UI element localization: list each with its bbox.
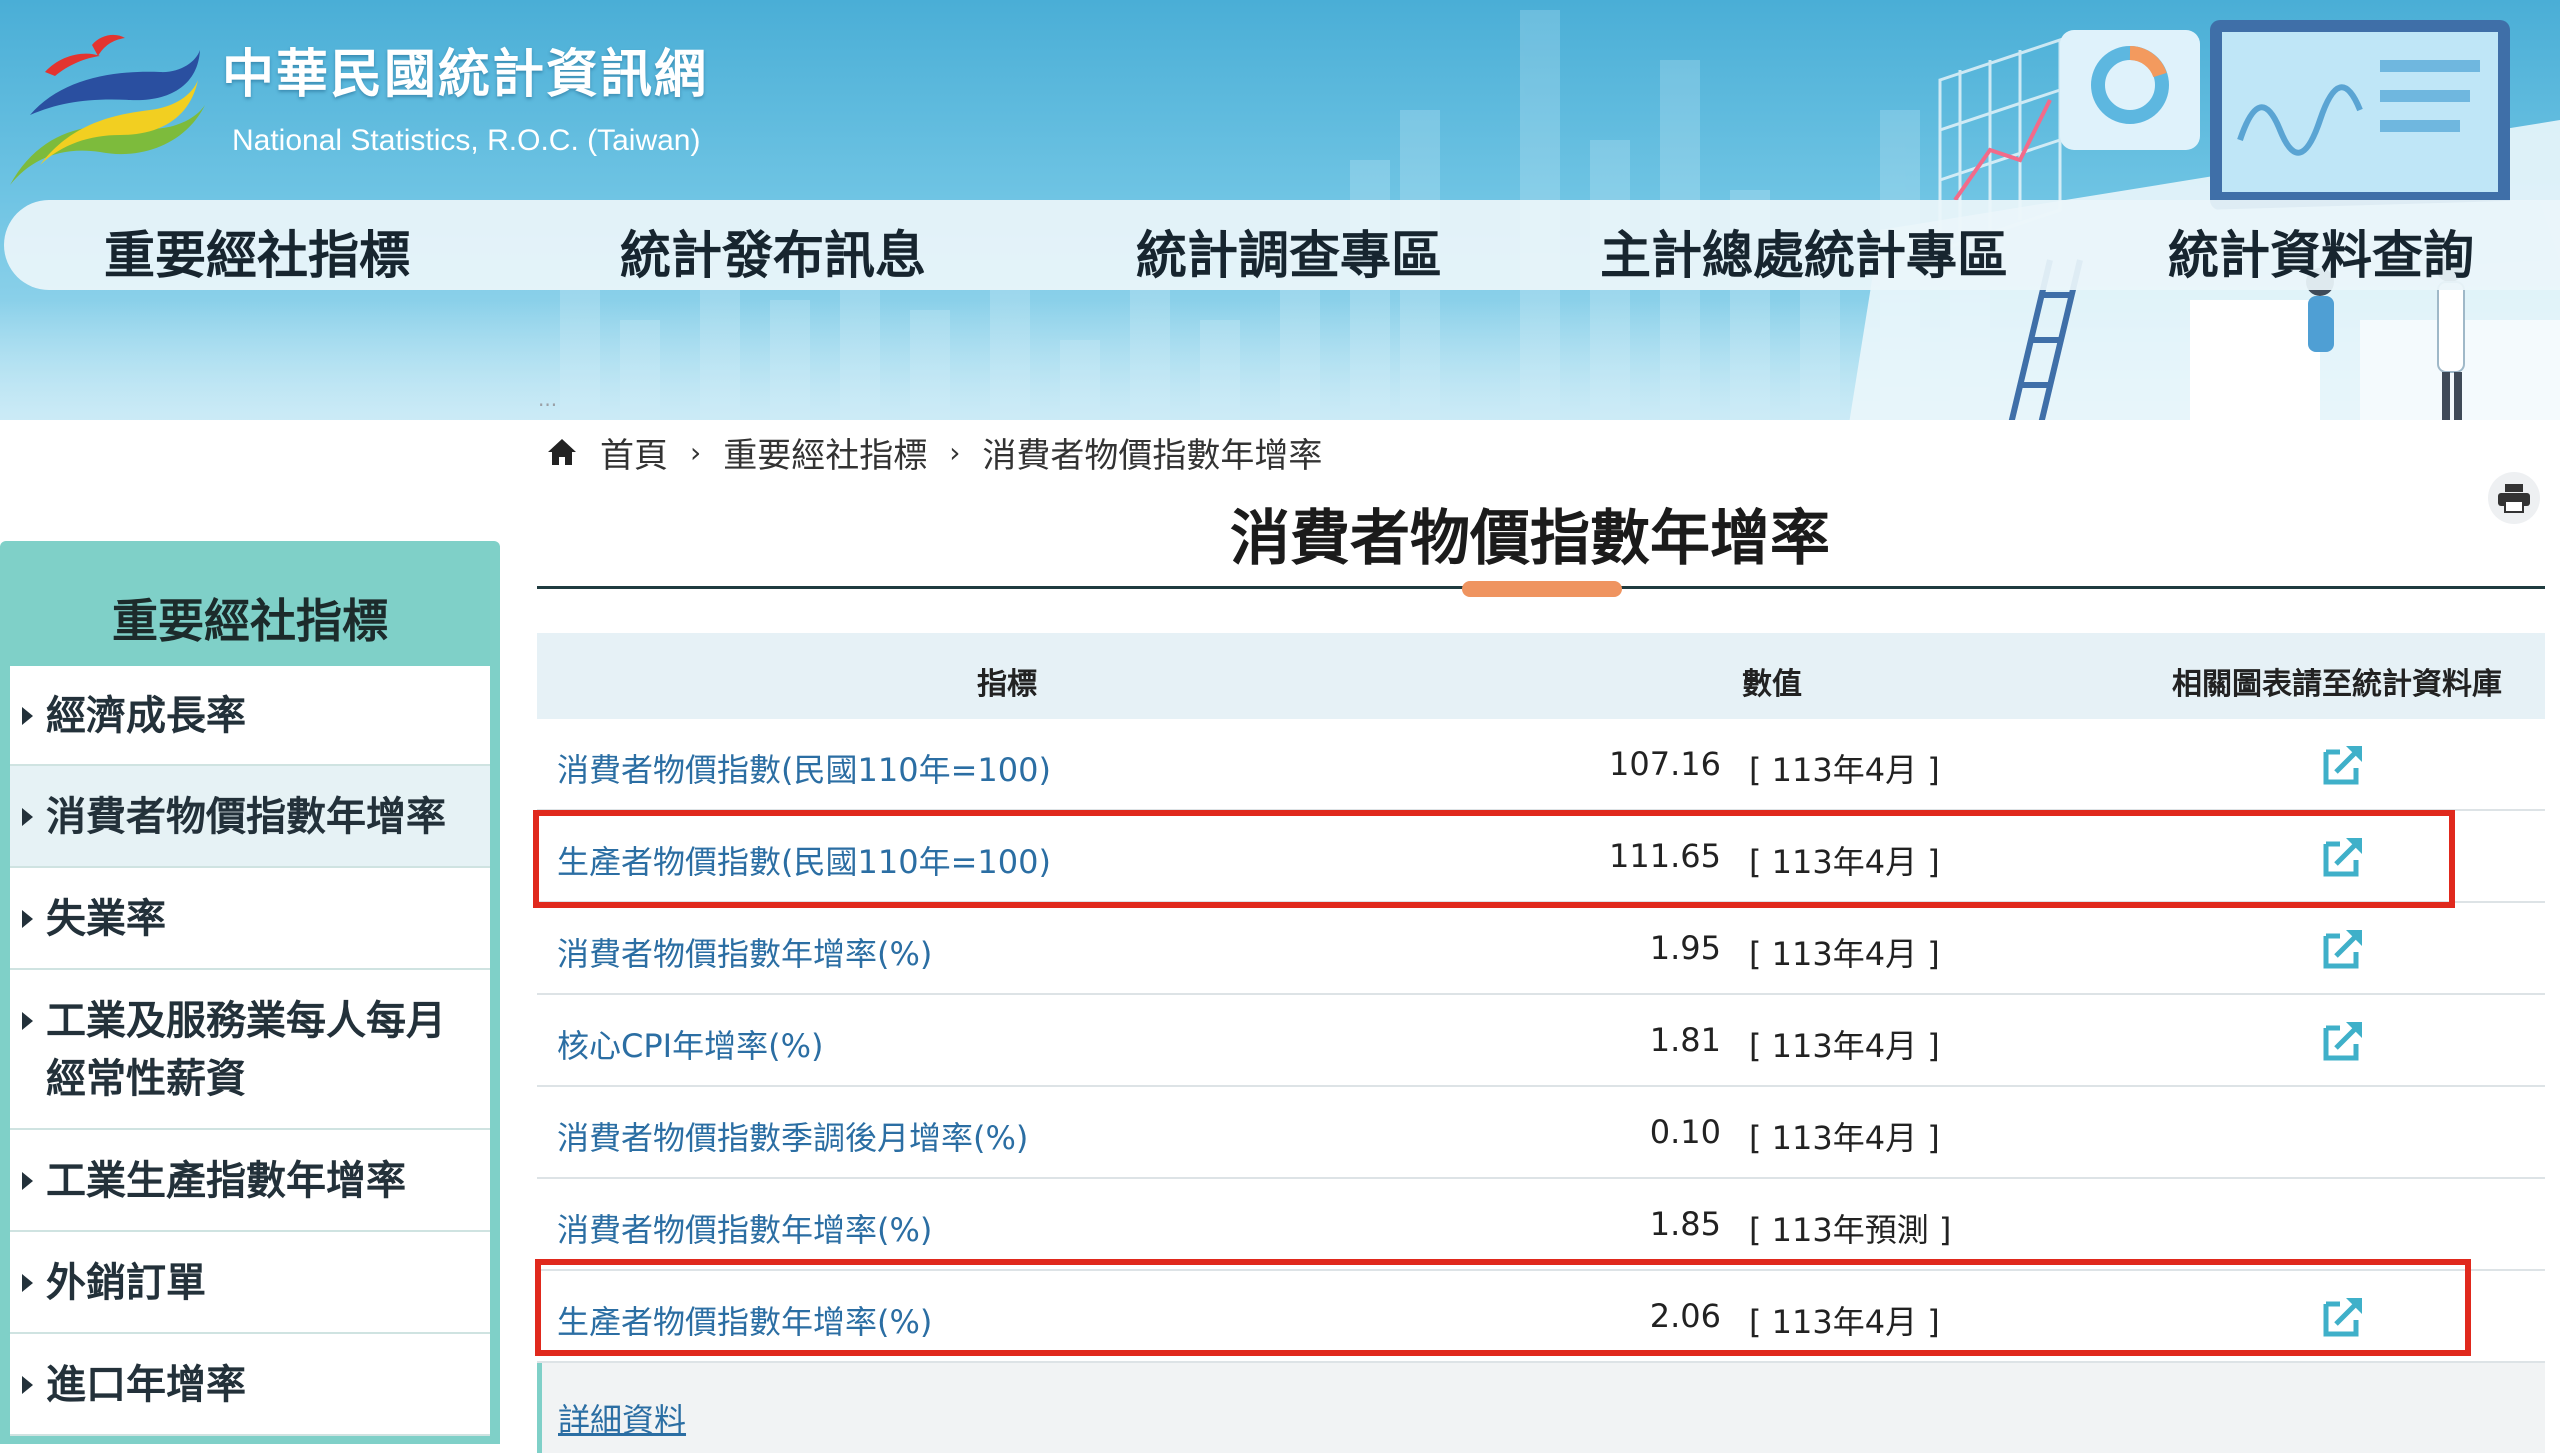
indicator-period: [ 113年預測 ] <box>1749 1211 1952 1249</box>
home-icon[interactable] <box>546 437 578 467</box>
indicator-link[interactable]: 消費者物價指數季調後月增率(%) <box>557 1113 1028 1159</box>
detail-row: 詳細資料 <box>537 1363 2545 1453</box>
column-header-related-charts: 相關圖表請至統計資料庫 <box>2172 667 2502 702</box>
sidebar-item-label: 經濟成長率 <box>46 693 246 739</box>
nav-item-data-query[interactable]: 統計資料查詢 <box>2168 214 2474 288</box>
indicator-value: 0.10 <box>1649 1113 1721 1151</box>
table-row: 消費者物價指數年增率(%) 1.95 [ 113年4月 ] <box>537 903 2545 995</box>
sidebar-item-regular-earnings[interactable]: 工業及服務業每人每月經常性薪資 <box>10 970 490 1130</box>
print-button[interactable] <box>2488 472 2540 524</box>
title-accent-bar <box>1462 581 1622 597</box>
external-link-icon[interactable] <box>2322 1294 2366 1338</box>
caret-right-icon <box>22 808 33 826</box>
sidebar-item-cpi-growth[interactable]: 消費者物價指數年增率 <box>10 766 490 868</box>
sidebar: 重要經社指標 經濟成長率 消費者物價指數年增率 失業率 工業及服務業每人每月經常… <box>0 541 500 1444</box>
sidebar-item-import-growth[interactable]: 進口年增率 <box>10 1334 490 1436</box>
indicator-link[interactable]: 核心CPI年增率(%) <box>557 1021 823 1067</box>
sidebar-item-label: 外銷訂單 <box>46 1260 206 1306</box>
sidebar-item-economic-growth[interactable]: 經濟成長率 <box>10 666 490 766</box>
column-header-value: 數值 <box>1742 667 1802 702</box>
caret-right-icon <box>22 1012 33 1030</box>
table-row: 生產者物價指數(民國110年=100) 111.65 [ 113年4月 ] <box>537 811 2545 903</box>
sidebar-item-label: 失業率 <box>46 896 166 942</box>
sidebar-menu: 經濟成長率 消費者物價指數年增率 失業率 工業及服務業每人每月經常性薪資 工業生… <box>10 666 490 1436</box>
caret-right-icon <box>22 910 33 928</box>
indicator-value: 1.81 <box>1649 1021 1721 1059</box>
breadcrumb: 首頁 › 重要經社指標 › 消費者物價指數年增率 <box>546 432 1322 476</box>
indicator-value: 107.16 <box>1609 745 1721 783</box>
page-title: 消費者物價指數年增率 <box>1230 504 1830 574</box>
breadcrumb-key-indicators[interactable]: 重要經社指標 <box>723 428 927 477</box>
indicator-value: 2.06 <box>1649 1297 1721 1335</box>
external-link-icon[interactable] <box>2322 926 2366 970</box>
sidebar-item-export-orders[interactable]: 外銷訂單 <box>10 1232 490 1334</box>
external-link-icon[interactable] <box>2322 1018 2366 1062</box>
indicator-link[interactable]: 生產者物價指數(民國110年=100) <box>557 837 1051 883</box>
sidebar-item-label: 進口年增率 <box>46 1362 246 1408</box>
table-row: 消費者物價指數(民國110年=100) 107.16 [ 113年4月 ] <box>537 719 2545 811</box>
table-header: 指標 數值 相關圖表請至統計資料庫 <box>537 633 2545 719</box>
indicator-period: [ 113年4月 ] <box>1749 843 1940 881</box>
breadcrumb-current: 消費者物價指數年增率 <box>982 435 1323 476</box>
sidebar-item-label: 工業及服務業每人每月經常性薪資 <box>46 998 446 1102</box>
table-row: 消費者物價指數季調後月增率(%) 0.10 [ 113年4月 ] <box>537 1087 2545 1179</box>
column-header-indicator: 指標 <box>977 667 1037 702</box>
sidebar-item-label: 工業生產指數年增率 <box>46 1158 406 1204</box>
sidebar-item-label: 消費者物價指數年增率 <box>46 794 446 840</box>
detail-link[interactable]: 詳細資料 <box>558 1395 686 1441</box>
table-row: 消費者物價指數年增率(%) 1.85 [ 113年預測 ] <box>537 1179 2545 1271</box>
nav-item-survey-zone[interactable]: 統計調查專區 <box>1136 214 1442 288</box>
caret-right-icon <box>22 1376 33 1394</box>
indicator-value: 1.95 <box>1649 929 1721 967</box>
skip-link-marker[interactable]: ··· <box>538 393 557 417</box>
caret-right-icon <box>22 707 33 725</box>
nav-item-key-indicators[interactable]: 重要經社指標 <box>104 214 410 288</box>
indicator-value: 111.65 <box>1609 837 1721 875</box>
main-nav: 重要經社指標 統計發布訊息 統計調查專區 主計總處統計專區 統計資料查詢 <box>4 200 2560 290</box>
indicator-period: [ 113年4月 ] <box>1749 1119 1940 1157</box>
nav-item-statistical-releases[interactable]: 統計發布訊息 <box>620 214 926 288</box>
site-logo[interactable] <box>0 10 210 190</box>
printer-icon <box>2498 484 2530 513</box>
external-link-icon[interactable] <box>2322 742 2366 786</box>
indicator-period: [ 113年4月 ] <box>1749 1027 1940 1065</box>
breadcrumb-home[interactable]: 首頁 <box>600 428 668 477</box>
caret-right-icon <box>22 1172 33 1190</box>
sidebar-item-industrial-production[interactable]: 工業生產指數年增率 <box>10 1130 490 1232</box>
indicator-period: [ 113年4月 ] <box>1749 1303 1940 1341</box>
site-header: 中華民國統計資訊網 National Statistics, R.O.C. (T… <box>0 0 2560 420</box>
caret-right-icon <box>22 1274 33 1292</box>
site-title: 中華民國統計資訊網 <box>222 45 709 105</box>
indicator-link[interactable]: 消費者物價指數年增率(%) <box>557 929 932 975</box>
indicator-link[interactable]: 消費者物價指數年增率(%) <box>557 1205 932 1251</box>
table-row: 生產者物價指數年增率(%) 2.06 [ 113年4月 ] <box>537 1271 2545 1363</box>
sidebar-item-unemployment[interactable]: 失業率 <box>10 868 490 970</box>
nav-item-dgbas-statistics[interactable]: 主計總處統計專區 <box>1600 214 2008 288</box>
indicator-table: 指標 數值 相關圖表請至統計資料庫 消費者物價指數(民國110年=100) 107… <box>537 633 2545 1453</box>
external-link-icon[interactable] <box>2322 834 2366 878</box>
breadcrumb-separator-icon: › <box>690 435 702 469</box>
indicator-link[interactable]: 生產者物價指數年增率(%) <box>557 1297 932 1343</box>
breadcrumb-separator-icon: › <box>949 435 961 469</box>
site-subtitle: National Statistics, R.O.C. (Taiwan) <box>232 124 701 157</box>
indicator-period: [ 113年4月 ] <box>1749 935 1940 973</box>
indicator-value: 1.85 <box>1649 1205 1721 1243</box>
indicator-link[interactable]: 消費者物價指數(民國110年=100) <box>557 745 1051 791</box>
sidebar-title: 重要經社指標 <box>112 594 388 648</box>
indicator-period: [ 113年4月 ] <box>1749 751 1940 789</box>
table-row: 核心CPI年增率(%) 1.81 [ 113年4月 ] <box>537 995 2545 1087</box>
